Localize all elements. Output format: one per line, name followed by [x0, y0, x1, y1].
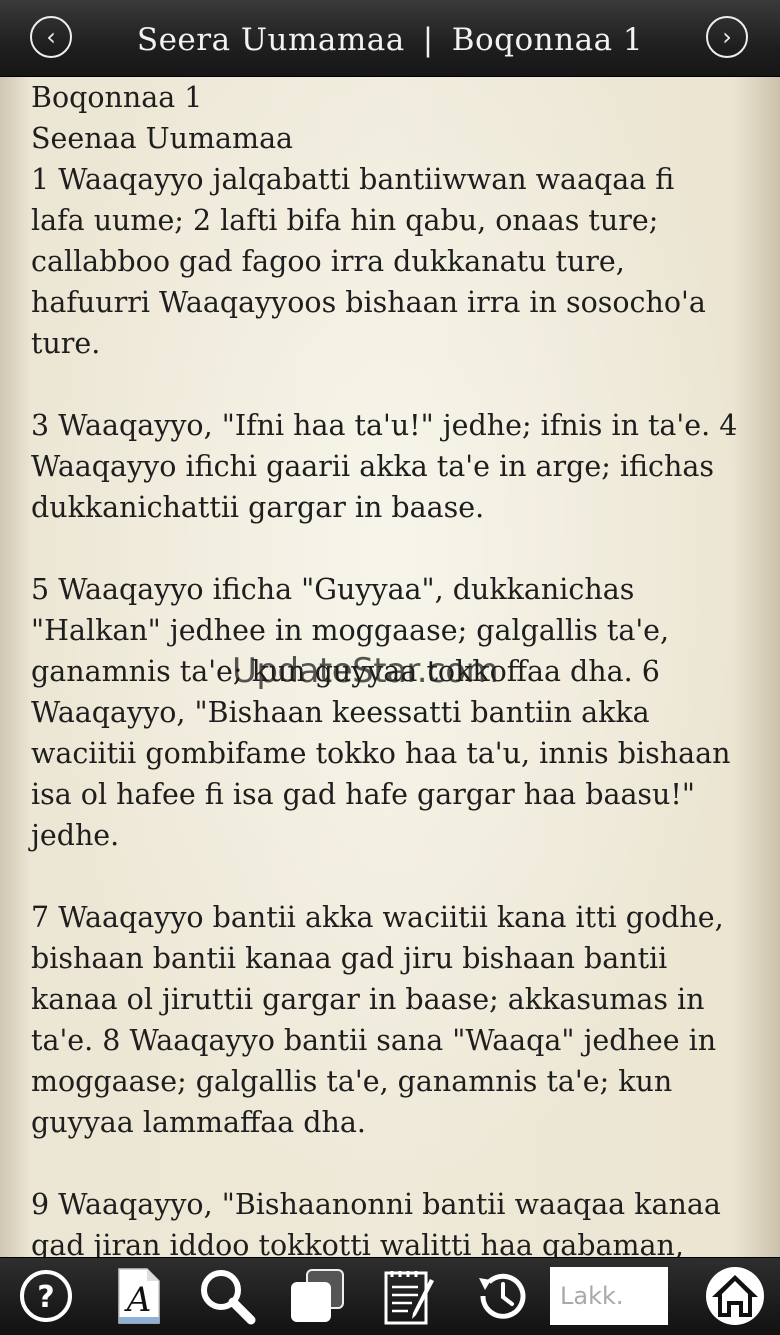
verse-line: 5 Waaqayyo ificha "Guyyaa", dukkanichas [31, 573, 635, 606]
verse-line: hafuurri Waaqayyoos bishaan irra in soso… [31, 286, 706, 319]
verse-line: Waaqayyo ifichi gaarii akka ta'e in arge… [31, 450, 714, 483]
history-icon [479, 1273, 526, 1319]
verse-line: ganamnis ta'e; kun guyyaa tokkoffaa dha.… [31, 655, 660, 688]
notes-icon [384, 1271, 434, 1325]
verse-line: bishaan bantii kanaa gad jiru bishaan ba… [31, 942, 668, 975]
verse-line: lafa uume; 2 lafti bifa hin qabu, onaas … [31, 204, 659, 237]
verse-paragraph-1: 1 Waaqayyo jalqabatti bantiiwwan waaqaa … [31, 159, 751, 364]
chapter-title: Boqonnaa 1 [451, 22, 644, 58]
verse-number-input[interactable] [550, 1267, 668, 1325]
verse-line: kanaa ol jiruttii gargar in baase; akkas… [31, 983, 705, 1016]
copy-button[interactable] [286, 1266, 348, 1326]
chevron-left-circle-icon: ‹ [46, 23, 56, 51]
svg-text:?: ? [37, 1280, 54, 1315]
copy-icon [291, 1269, 344, 1322]
chapter-heading: Boqonnaa 1 [31, 81, 203, 114]
reading-pane[interactable]: Boqonnaa 1 Seenaa Uumamaa 1 Waaqayyo jal… [0, 77, 780, 1257]
verse-line: callabboo gad fagoo irra dukkanatu ture, [31, 245, 625, 278]
verse-line: Waaqayyo, "Bishaan keessatti bantiin akk… [31, 696, 650, 729]
notes-button[interactable] [380, 1266, 440, 1326]
verse-line: dukkanichattii gargar in baase. [31, 491, 485, 524]
header-bar: ‹ Seera Uumamaa | Boqonnaa 1 › [0, 0, 780, 77]
verse-line: 3 Waaqayyo, "Ifni haa ta'u!" jedhe; ifni… [31, 409, 738, 442]
search-button[interactable] [196, 1266, 258, 1326]
verse-paragraph-2: 3 Waaqayyo, "Ifni haa ta'u!" jedhe; ifni… [31, 405, 751, 528]
book-title: Seera Uumamaa [136, 22, 405, 58]
chevron-right-circle-icon: › [722, 23, 732, 51]
verse-line: moggaase; galgallis ta'e, ganamnis ta'e;… [31, 1065, 673, 1098]
history-button[interactable] [470, 1266, 532, 1326]
svg-text:A: A [124, 1280, 152, 1320]
search-icon [201, 1270, 256, 1325]
verse-line: 9 Waaqayyo, "Bishaanonni bantii waaqaa k… [31, 1188, 721, 1221]
verse-line: 1 Waaqayyo jalqabatti bantiiwwan waaqaa … [31, 163, 675, 196]
help-icon: ? [20, 1270, 72, 1322]
home-icon [706, 1267, 764, 1325]
verse-line: gad jiran iddoo tokkotti walitti haa qab… [31, 1229, 684, 1257]
verse-paragraph-5: 9 Waaqayyo, "Bishaanonni bantii waaqaa k… [31, 1184, 751, 1257]
title-separator: | [422, 22, 434, 58]
verse-paragraph-4: 7 Waaqayyo bantii akka waciitii kana itt… [31, 897, 751, 1143]
verse-line: ture. [31, 327, 101, 360]
page-title: Seera Uumamaa | Boqonnaa 1 [90, 22, 690, 58]
verse-line: 7 Waaqayyo bantii akka waciitii kana itt… [31, 901, 724, 934]
verse-line: ta'e. 8 Waaqayyo bantii sana "Waaqa" jed… [31, 1024, 717, 1057]
prev-chapter-button[interactable]: ‹ [30, 16, 72, 58]
next-chapter-button[interactable]: › [706, 16, 748, 58]
verse-line: isa ol hafee fi isa gad hafe gargar haa … [31, 778, 695, 811]
verse-line: "Halkan" jedhee in moggaase; galgallis t… [31, 614, 670, 647]
help-button[interactable]: ? [16, 1266, 76, 1326]
scripture-text: Boqonnaa 1 Seenaa Uumamaa 1 Waaqayyo jal… [31, 77, 751, 1257]
home-button[interactable] [702, 1266, 768, 1326]
verse-line: waciitii gombifame tokko haa ta'u, innis… [31, 737, 731, 770]
font-button[interactable]: A [112, 1266, 164, 1326]
verse-line: guyyaa lammaffaa dha. [31, 1106, 366, 1139]
bottom-toolbar: ? A [0, 1257, 780, 1335]
section-heading: Seenaa Uumamaa [31, 122, 294, 155]
verse-paragraph-3: 5 Waaqayyo ificha "Guyyaa", dukkanichas … [31, 569, 751, 856]
verse-line: jedhe. [31, 819, 120, 852]
font-icon: A [118, 1268, 160, 1324]
